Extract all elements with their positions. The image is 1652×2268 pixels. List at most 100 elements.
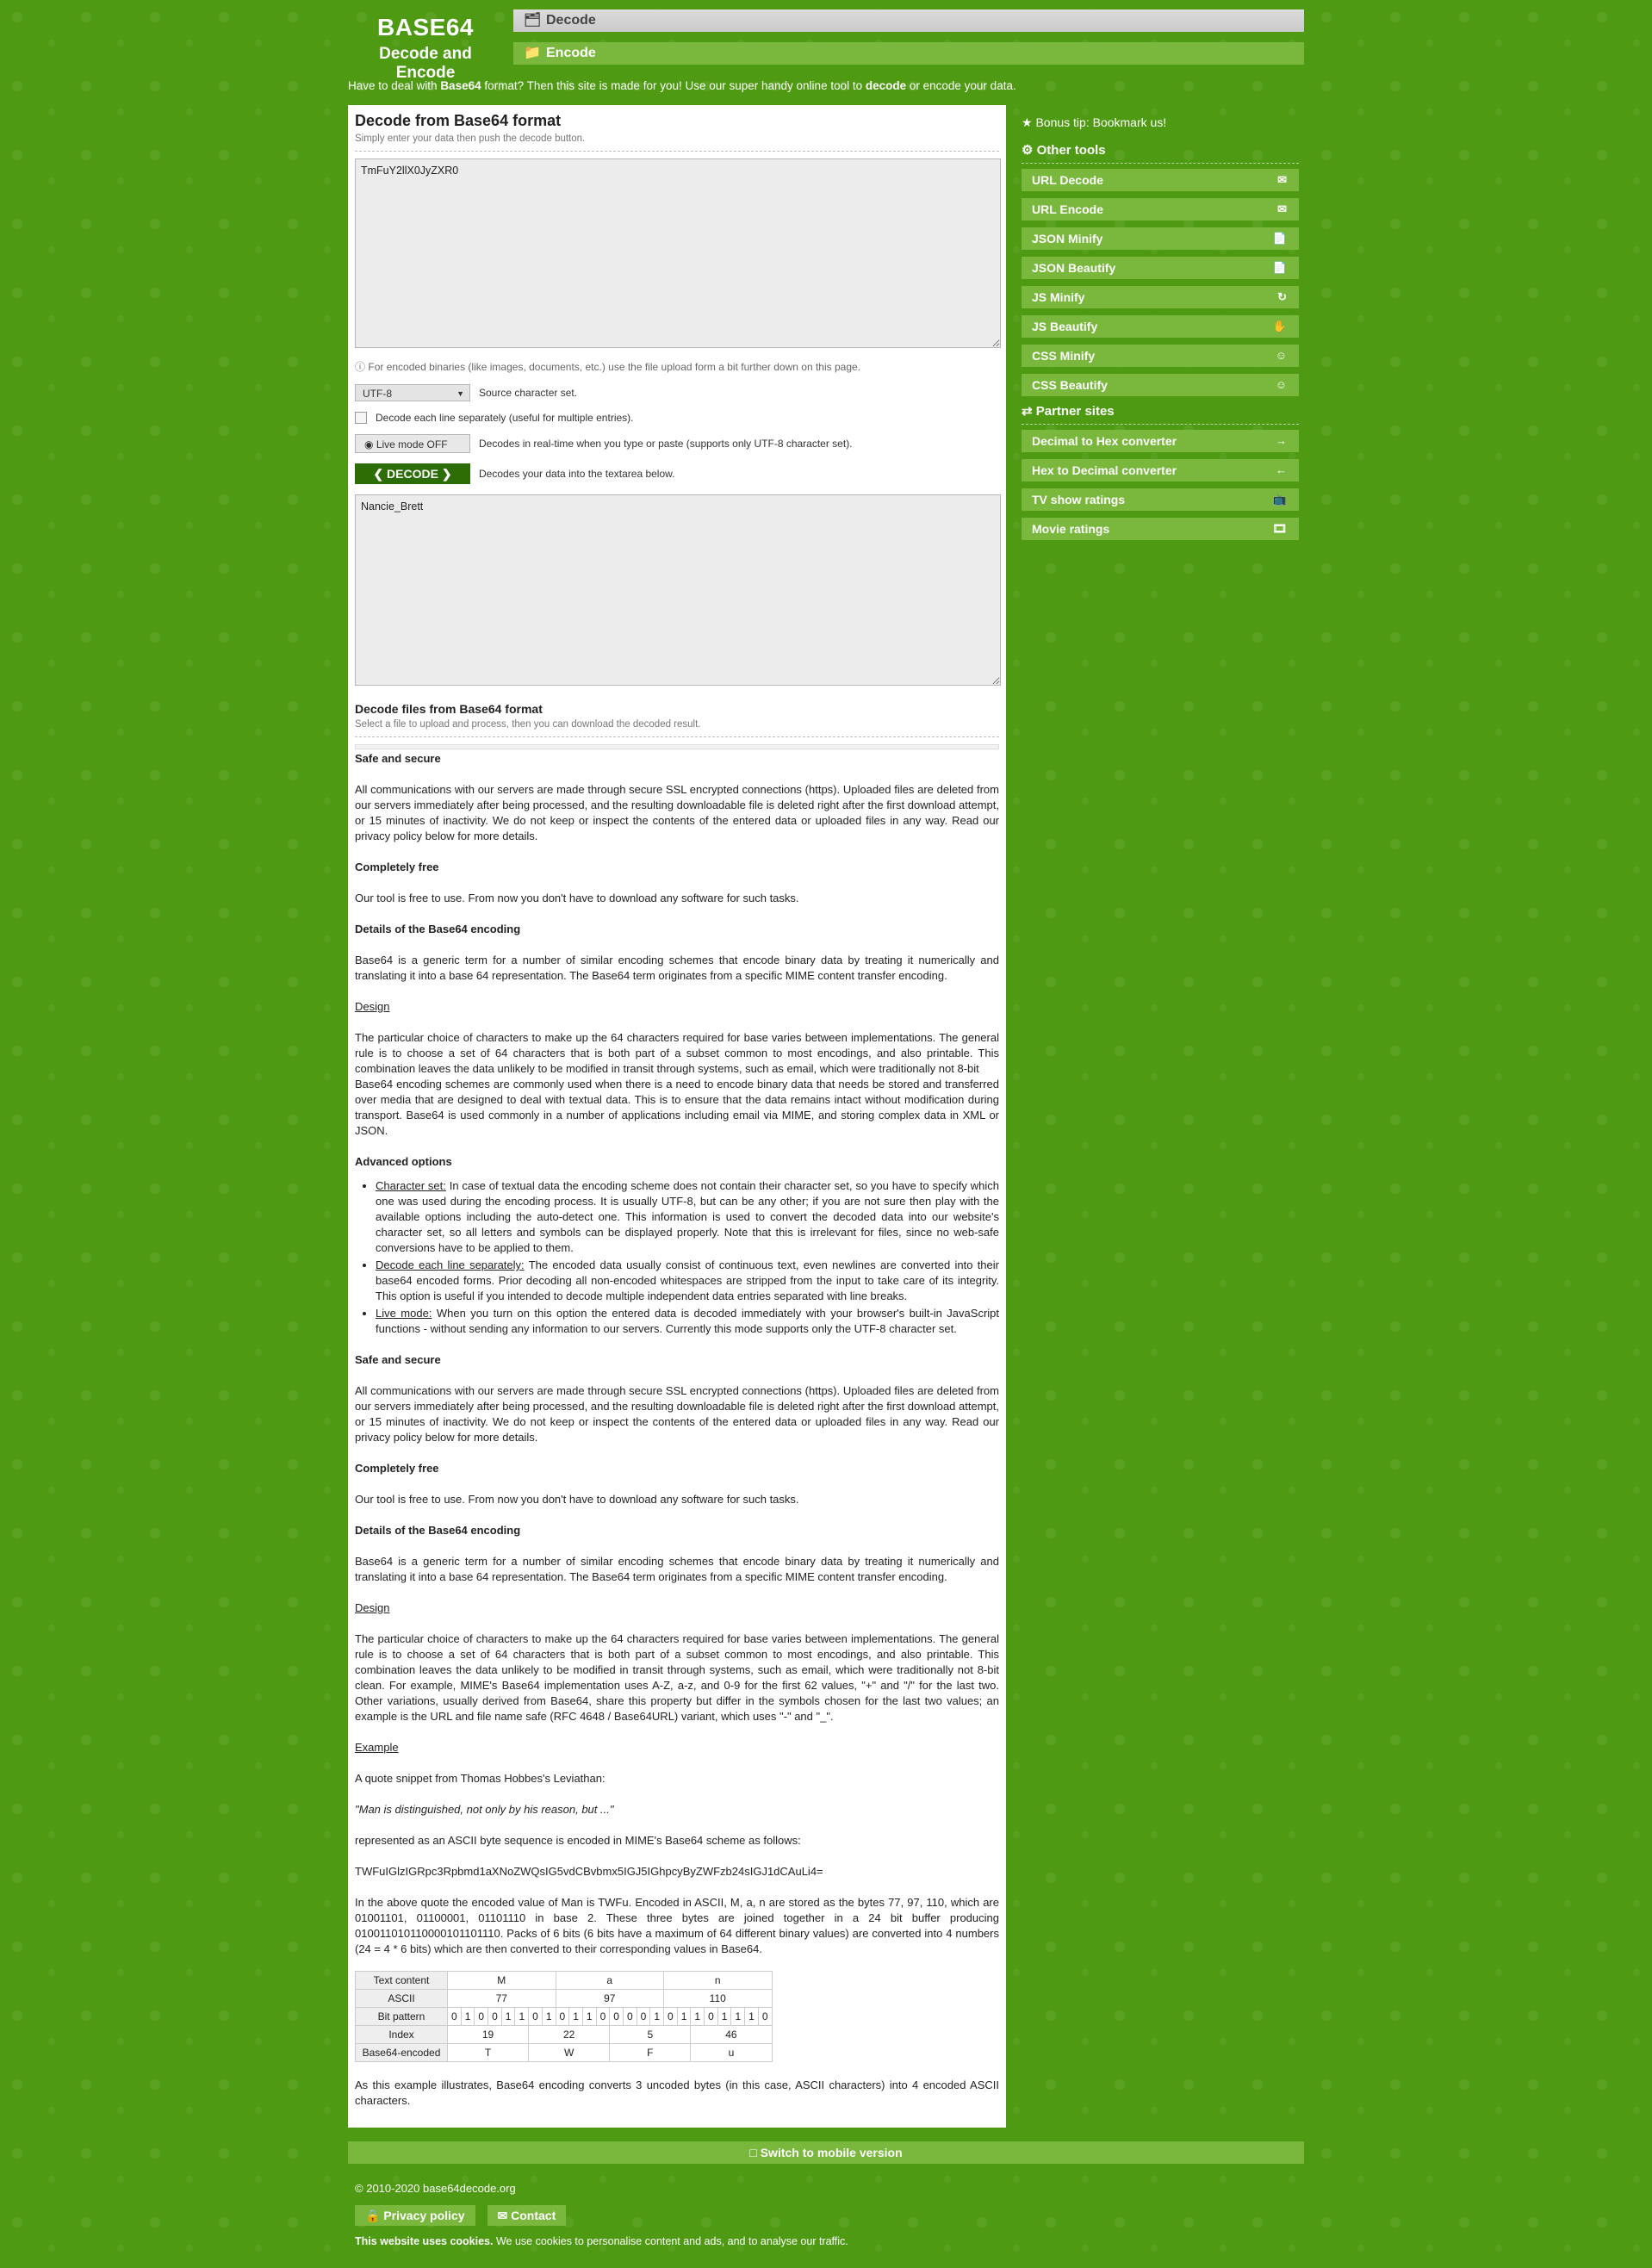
list-item: Character set: In case of textual data t… [376,1178,999,1256]
table-row: ASCII 77 97 110 [355,1989,773,2008]
row-label: Bit pattern [355,2007,448,2026]
cookie-bold: This website uses cookies. [355,2235,494,2247]
tool-label: JSON Minify [1032,232,1103,245]
bit-cell: 1 [730,2007,746,2026]
nav-decode[interactable]: 🗂 Decode [513,9,1304,32]
section-heading: Completely free [355,1462,439,1475]
partner-link[interactable]: Movie ratings 🎞 [1022,518,1299,540]
charset-row: UTF-8 ▼ Source character set. [355,384,999,401]
each-line-checkbox[interactable] [355,412,367,424]
section-heading: Details of the Base64 encoding [355,923,521,935]
row-label: Text content [355,1971,448,1990]
option-desc: In case of textual data the encoding sch… [376,1179,999,1254]
main-panel: Decode from Base64 format Simply enter y… [348,105,1006,2128]
tool-link[interactable]: URL Decode ✉ [1022,169,1299,191]
option-desc: When you turn on this option the entered… [376,1307,999,1335]
nav-encode[interactable]: 📁 Encode [513,42,1304,65]
partner-label: Hex to Decimal converter [1032,463,1177,477]
switch-mobile-button[interactable]: □ Switch to mobile version [348,2141,1304,2164]
logo[interactable]: BASE64 Decode and Encode [348,0,503,83]
row-label: Index [355,2025,448,2044]
tool-link[interactable]: JSON Minify 📄 [1022,227,1299,250]
tool-link[interactable]: CSS Minify ☺ [1022,345,1299,367]
list-item: Decode each line separately: The encoded… [376,1258,999,1304]
option-term: Live mode: [376,1307,432,1320]
table-cell: M [447,1971,556,1990]
table-cell: 22 [528,2025,611,2044]
other-tools-heading: ⚙ Other tools [1022,142,1299,158]
partner-sites-heading: ⇄ Partner sites [1022,403,1299,419]
cookie-notice: This website uses cookies. We use cookie… [355,2235,848,2247]
base64-input[interactable]: TmFuY2llX0JyZXR0 [355,158,1001,348]
paragraph: As this example illustrates, Base64 enco… [355,2078,999,2107]
tools-list: URL Decode ✉ URL Encode ✉ JSON Minify 📄 JSON B… [1022,169,1299,396]
tool-link[interactable]: JS Minify ↻ [1022,286,1299,308]
contact-button[interactable]: ✉ Contact [487,2205,567,2226]
paragraph: All communications with our servers are … [355,1384,999,1444]
tool-link[interactable]: JSON Beautify 📄 [1022,257,1299,279]
partner-link[interactable]: Hex to Decimal converter ← [1022,459,1299,482]
charset-value: UTF-8 [363,388,392,400]
tool-link[interactable]: CSS Beautify ☺ [1022,374,1299,396]
chevron-left-icon: ❮ [373,467,384,481]
tool-label: JS Minify [1032,290,1085,304]
partner-link[interactable]: Decimal to Hex converter → [1022,430,1299,452]
bit-cell: 1 [744,2007,759,2026]
paragraph: Base64 is a generic term for a number of… [355,1555,999,1583]
bit-cell: 0 [663,2007,678,2026]
row-label: ASCII [355,1989,448,2008]
live-mode-row: ◉ Live mode OFF Decodes in real-time whe… [355,434,999,453]
logo-title: BASE64 [377,14,474,40]
section-heading: Safe and secure [355,752,441,765]
table-cell: 19 [446,2025,530,2044]
list-item: Live mode: When you turn on this option … [376,1306,999,1337]
sidebar: ★ Bonus tip: Bookmark us! ⚙ Other tools … [1022,105,1299,547]
table-cell: u [690,2043,773,2062]
partner-icon: 📺 [1272,493,1287,506]
bit-cell: 0 [622,2007,637,2026]
table-cell: T [446,2043,530,2062]
shuffle-icon: ⇄ [1022,404,1033,419]
copyright-icon: © [355,2182,363,2195]
intro-bold: Base64 [440,79,481,92]
table-cell: n [663,1971,773,1990]
paragraph: Base64 is a generic term for a number of… [355,954,999,982]
partner-icon: 🎞 [1272,522,1287,535]
live-mode-desc: Decodes in real-time when you type or pa… [479,438,853,450]
tool-link[interactable]: URL Encode ✉ [1022,198,1299,221]
bit-cell: 0 [757,2007,773,2026]
folder-icon: 📁 [524,46,541,60]
footer-buttons: 🔒 Privacy policy ✉ Contact [355,2205,567,2226]
intro-bold: decode [865,79,907,92]
tool-link[interactable]: JS Beautify ✋ [1022,315,1299,338]
bit-cell: 1 [541,2007,556,2026]
charset-select[interactable]: UTF-8 ▼ [355,384,470,401]
each-line-label: Decode each line separately (useful for … [376,412,634,424]
tool-icon: ✉ [1277,173,1287,186]
section-heading: Safe and secure [355,1353,441,1366]
privacy-policy-button[interactable]: 🔒 Privacy policy [355,2205,475,2226]
table-cell: W [528,2043,611,2062]
option-term: Character set: [376,1179,446,1192]
decoded-output[interactable]: Nancie_Brett [355,494,1001,686]
intro-text: Have to deal with Base64 format? Then th… [348,79,1016,92]
decode-title: Decode from Base64 format [355,112,562,129]
section-heading: Advanced options [355,1155,452,1168]
nav-encode-label: Encode [546,46,596,60]
tool-label: CSS Beautify [1032,378,1108,392]
file-upload-area[interactable] [355,744,999,749]
bookmark-tip[interactable]: ★ Bonus tip: Bookmark us! [1022,115,1299,130]
bit-cell: 0 [704,2007,718,2026]
bit-cell: 1 [460,2007,475,2026]
base64-table: Text content M a n ASCII 77 97 110 Bit p… [355,1971,773,2062]
star-icon: ★ [1022,115,1033,129]
tool-icon: 📄 [1272,232,1287,245]
paragraph: represented as an ASCII byte sequence is… [355,1834,801,1847]
partner-label: TV show ratings [1032,493,1126,506]
partner-link[interactable]: TV show ratings 📺 [1022,488,1299,511]
table-cell: 77 [447,1989,556,2008]
decode-desc: Decodes your data into the textarea belo… [479,468,675,480]
live-mode-toggle[interactable]: ◉ Live mode OFF [355,434,470,453]
decode-button[interactable]: ❮ DECODE ❯ [355,463,470,484]
mobile-label: Switch to mobile version [760,2146,903,2159]
